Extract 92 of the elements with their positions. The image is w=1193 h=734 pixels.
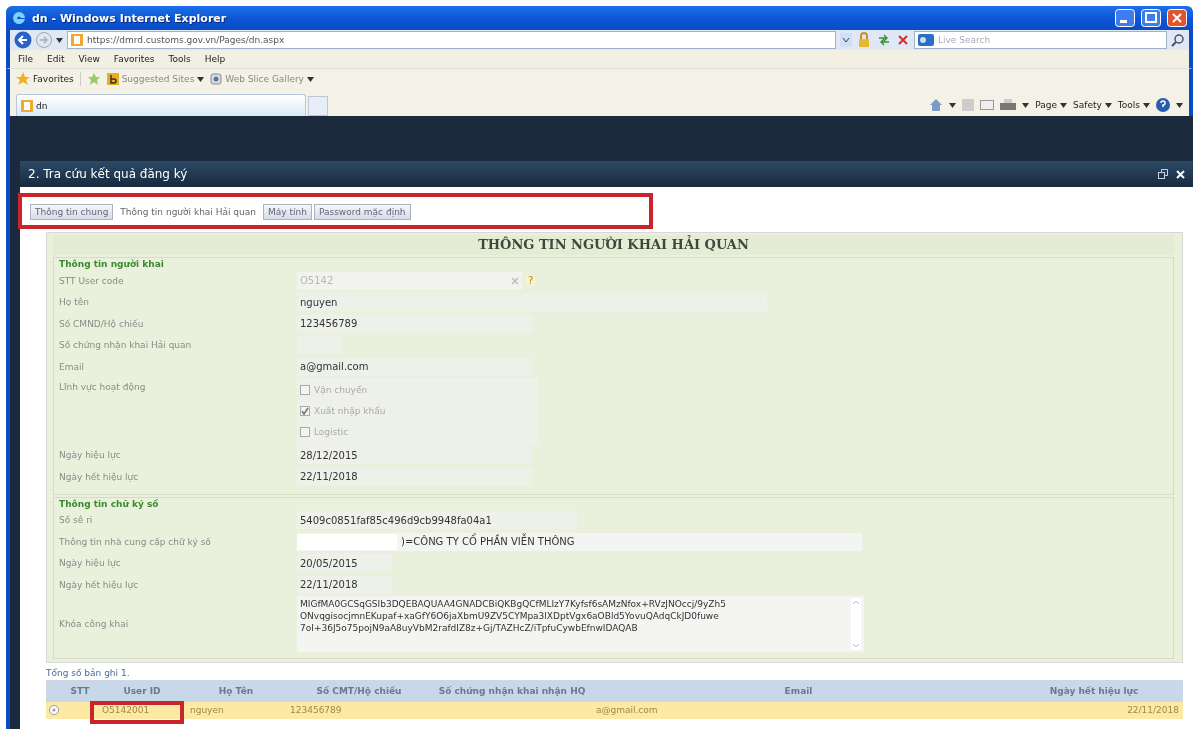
- caret-icon[interactable]: [1143, 102, 1150, 108]
- input-field[interactable]: a@gmail.com: [297, 357, 532, 376]
- column-header: Ngày hết hiệu lực: [1048, 684, 1140, 698]
- checkbox-label: Xuất nhập khẩu: [314, 406, 386, 416]
- home-icon[interactable]: [929, 98, 944, 112]
- menu-item[interactable]: Tools: [168, 54, 191, 64]
- form-tab[interactable]: Thông tin chung: [30, 204, 114, 220]
- address-field[interactable]: https://dmrd.customs.gov.vn/Pages/dn.aspx: [67, 31, 836, 49]
- input-field[interactable]: nguyen: [297, 293, 767, 312]
- section-title: Thông tin chữ ký số: [59, 497, 160, 510]
- menu-item[interactable]: Help: [204, 54, 226, 64]
- page-icon: [21, 99, 33, 112]
- column-header: Số chứng nhận khai nhận HQ: [437, 684, 587, 698]
- menu-item[interactable]: Favorites: [113, 54, 155, 64]
- field-label: Họ tên: [59, 297, 90, 308]
- caret-icon[interactable]: [197, 76, 205, 82]
- page-icon: [71, 34, 83, 46]
- ie-logo-icon: [12, 11, 26, 25]
- search-provider-icon: [918, 34, 934, 46]
- caret-icon[interactable]: [1060, 102, 1068, 108]
- dialog-title: 2. Tra cứu kết quả đăng ký: [28, 167, 189, 181]
- field-label: Thông tin nhà cung cấp chữ ký số: [59, 536, 212, 547]
- favorites-button[interactable]: Favorites: [16, 72, 74, 86]
- input-field[interactable]: 5409c0851faf85c496d9cb9948fa04a1: [297, 511, 577, 530]
- caret-icon[interactable]: [306, 76, 314, 82]
- caret-icon[interactable]: [56, 37, 63, 43]
- menu-item[interactable]: Edit: [47, 54, 65, 64]
- table-cell: 22/11/2018: [1127, 705, 1179, 715]
- command-menu[interactable]: Tools: [1117, 100, 1150, 110]
- expand-icon[interactable]: [49, 705, 59, 715]
- text-area[interactable]: MIGfMA0GCSqGSIb3DQEBAQUAA4GNADCBiQKBgQCfMLIzY7Kyfsf6sAMzNfox+RVzJNOccj/9yZh5 ONvqgisocjmnEKupaf+xaGfY6O6jaXbmU9ZV5CYMpa3lXDptVgx6aOBld5YovuQAdqCkJD0fuwe 7oI+36J5o75pojN9aA8uyVbM2rafdIZ8z+Gj/TAZHcZ/iTpfuCywbEfnwIDAQAB: [297, 595, 864, 652]
- help-icon[interactable]: [1156, 98, 1170, 112]
- padlock-icon[interactable]: [856, 32, 872, 48]
- dropdown-icon[interactable]: [840, 33, 852, 47]
- back-icon[interactable]: [14, 31, 32, 49]
- input-field[interactable]: 22/11/2018: [297, 575, 392, 594]
- column-header: STT: [69, 684, 91, 698]
- caret-icon[interactable]: [1104, 102, 1112, 108]
- minimize-icon[interactable]: [1115, 9, 1135, 27]
- close-icon[interactable]: [1176, 169, 1185, 179]
- column-header: Số CMT/Hộ chiếu: [315, 684, 403, 698]
- web-slice-icon: [210, 73, 223, 85]
- field-label: Lĩnh vực hoạt động: [59, 381, 147, 392]
- field-label: Số sê ri: [59, 515, 94, 526]
- column-header: Email: [783, 684, 814, 698]
- table-cell: nguyen: [190, 705, 224, 715]
- input-field[interactable]: )=CÔNG TY CỔ PHẦN VIỄN THÔNG: [297, 532, 862, 551]
- form-tab[interactable]: Thông tin người khai Hải quan: [115, 204, 261, 220]
- maximize-icon[interactable]: [1141, 9, 1161, 27]
- field-label: Ngày hết hiệu lực: [59, 471, 140, 482]
- table-cell: 123456789: [290, 705, 342, 715]
- field-label: STT User code: [59, 275, 125, 286]
- input-field[interactable]: 123456789: [297, 314, 532, 333]
- input-field[interactable]: 22/11/2018: [297, 467, 532, 486]
- field-label: Số CMND/Hộ chiếu: [59, 318, 145, 329]
- checkbox-label: Logistic: [314, 427, 349, 437]
- input-field[interactable]: 28/12/2015: [297, 446, 532, 465]
- field-label: Khóa công khai: [59, 618, 130, 629]
- checkbox-label: Vận chuyển: [314, 385, 368, 395]
- browser-tab[interactable]: dn: [16, 94, 306, 116]
- caret-icon[interactable]: [1022, 102, 1030, 108]
- scrollbar-drawing: [851, 597, 861, 650]
- field-label: Email: [59, 361, 85, 372]
- refresh-icon[interactable]: [876, 33, 892, 47]
- record-count: Tổng số bản ghi 1.: [46, 666, 131, 680]
- field-label: Ngày hết hiệu lực: [59, 579, 140, 590]
- caret-icon[interactable]: [1176, 102, 1183, 108]
- printer-icon[interactable]: [1000, 99, 1017, 111]
- table-cell: a@gmail.com: [596, 705, 658, 715]
- form-tab[interactable]: Máy tính: [263, 204, 312, 220]
- command-menu[interactable]: Page: [1035, 100, 1068, 110]
- search-icon[interactable]: [1171, 33, 1185, 47]
- form-tab[interactable]: Password mặc định: [313, 204, 411, 220]
- input-field[interactable]: 20/05/2015: [297, 554, 392, 573]
- field-label: Ngày hiệu lực: [59, 450, 122, 461]
- column-header: User ID: [122, 684, 162, 698]
- section-title: Thông tin người khai: [59, 258, 165, 270]
- table-cell: O5142001: [102, 705, 150, 715]
- window-title: dn - Windows Internet Explorer: [32, 11, 228, 25]
- letter-b-tile-icon: [106, 73, 119, 85]
- mail-icon[interactable]: [980, 100, 995, 110]
- command-menu[interactable]: Safety: [1073, 100, 1112, 110]
- stop-icon[interactable]: [896, 33, 910, 47]
- menu-item[interactable]: View: [78, 54, 100, 64]
- restore-icon[interactable]: [1158, 169, 1168, 179]
- menu-item[interactable]: File: [18, 54, 34, 64]
- caret-icon[interactable]: [949, 102, 957, 108]
- field-label: Ngày hiệu lực: [59, 558, 122, 569]
- form-heading: THÔNG TIN NGƯỜI KHAI HẢI QUAN: [53, 235, 1174, 255]
- column-header: Họ Tên: [217, 684, 255, 698]
- star-icon: [16, 72, 30, 86]
- field-label: Số chứng nhận khai Hải quan: [59, 340, 193, 351]
